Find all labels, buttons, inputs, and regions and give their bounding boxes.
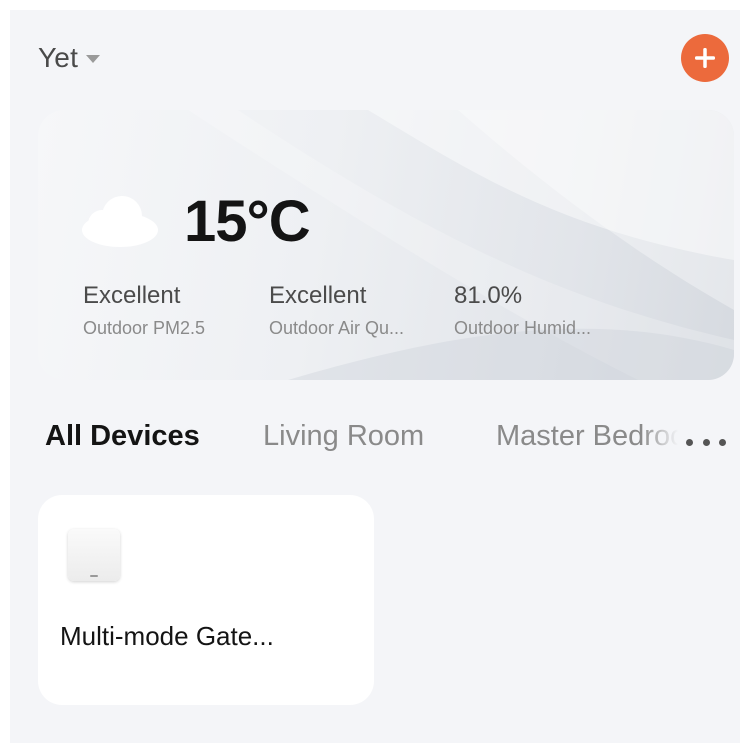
gateway-device-icon bbox=[68, 529, 120, 581]
caret-down-icon bbox=[86, 55, 101, 63]
device-name: Multi-mode Gate... bbox=[60, 621, 274, 651]
device-indicator-light bbox=[90, 575, 98, 577]
stat-value: 81.0% bbox=[454, 282, 523, 309]
home-name: Yet bbox=[38, 42, 79, 73]
dot bbox=[702, 438, 710, 446]
more-horizontal-icon[interactable] bbox=[686, 434, 726, 450]
stat-humidity: 81.0% Outdoor Humid... bbox=[454, 282, 591, 339]
stat-label: Outdoor Humid... bbox=[454, 318, 592, 338]
stat-label: Outdoor PM2.5 bbox=[83, 318, 206, 338]
dot bbox=[686, 438, 693, 446]
temperature: 15°C bbox=[184, 189, 311, 254]
dot bbox=[719, 438, 726, 446]
stat-air-quality: Excellent Outdoor Air Qu... bbox=[269, 282, 404, 339]
weather-card[interactable]: 15°C Excellent Outdoor PM2.5 Excellent O… bbox=[38, 110, 734, 380]
plus-icon bbox=[695, 48, 715, 68]
home-screen: Yet 15°C Excellent Outdoor PM2.5 Excelle… bbox=[10, 10, 740, 743]
add-device-button[interactable] bbox=[681, 34, 729, 82]
home-selector[interactable]: Yet bbox=[38, 40, 101, 76]
tab-living-room[interactable]: Living Room bbox=[263, 420, 424, 453]
room-tabs: All Devices Living Room Master Bedroom bbox=[10, 420, 740, 460]
tab-master-bedroom[interactable]: Master Bedroom bbox=[496, 420, 678, 453]
stat-value: Excellent bbox=[83, 282, 181, 309]
stat-label: Outdoor Air Qu... bbox=[269, 318, 405, 338]
stat-value: Excellent bbox=[269, 282, 367, 309]
device-card[interactable]: Multi-mode Gate... bbox=[38, 495, 374, 705]
stat-pm25: Excellent Outdoor PM2.5 bbox=[83, 282, 205, 339]
cloud-icon bbox=[82, 196, 158, 247]
tab-all-devices[interactable]: All Devices bbox=[45, 420, 200, 453]
